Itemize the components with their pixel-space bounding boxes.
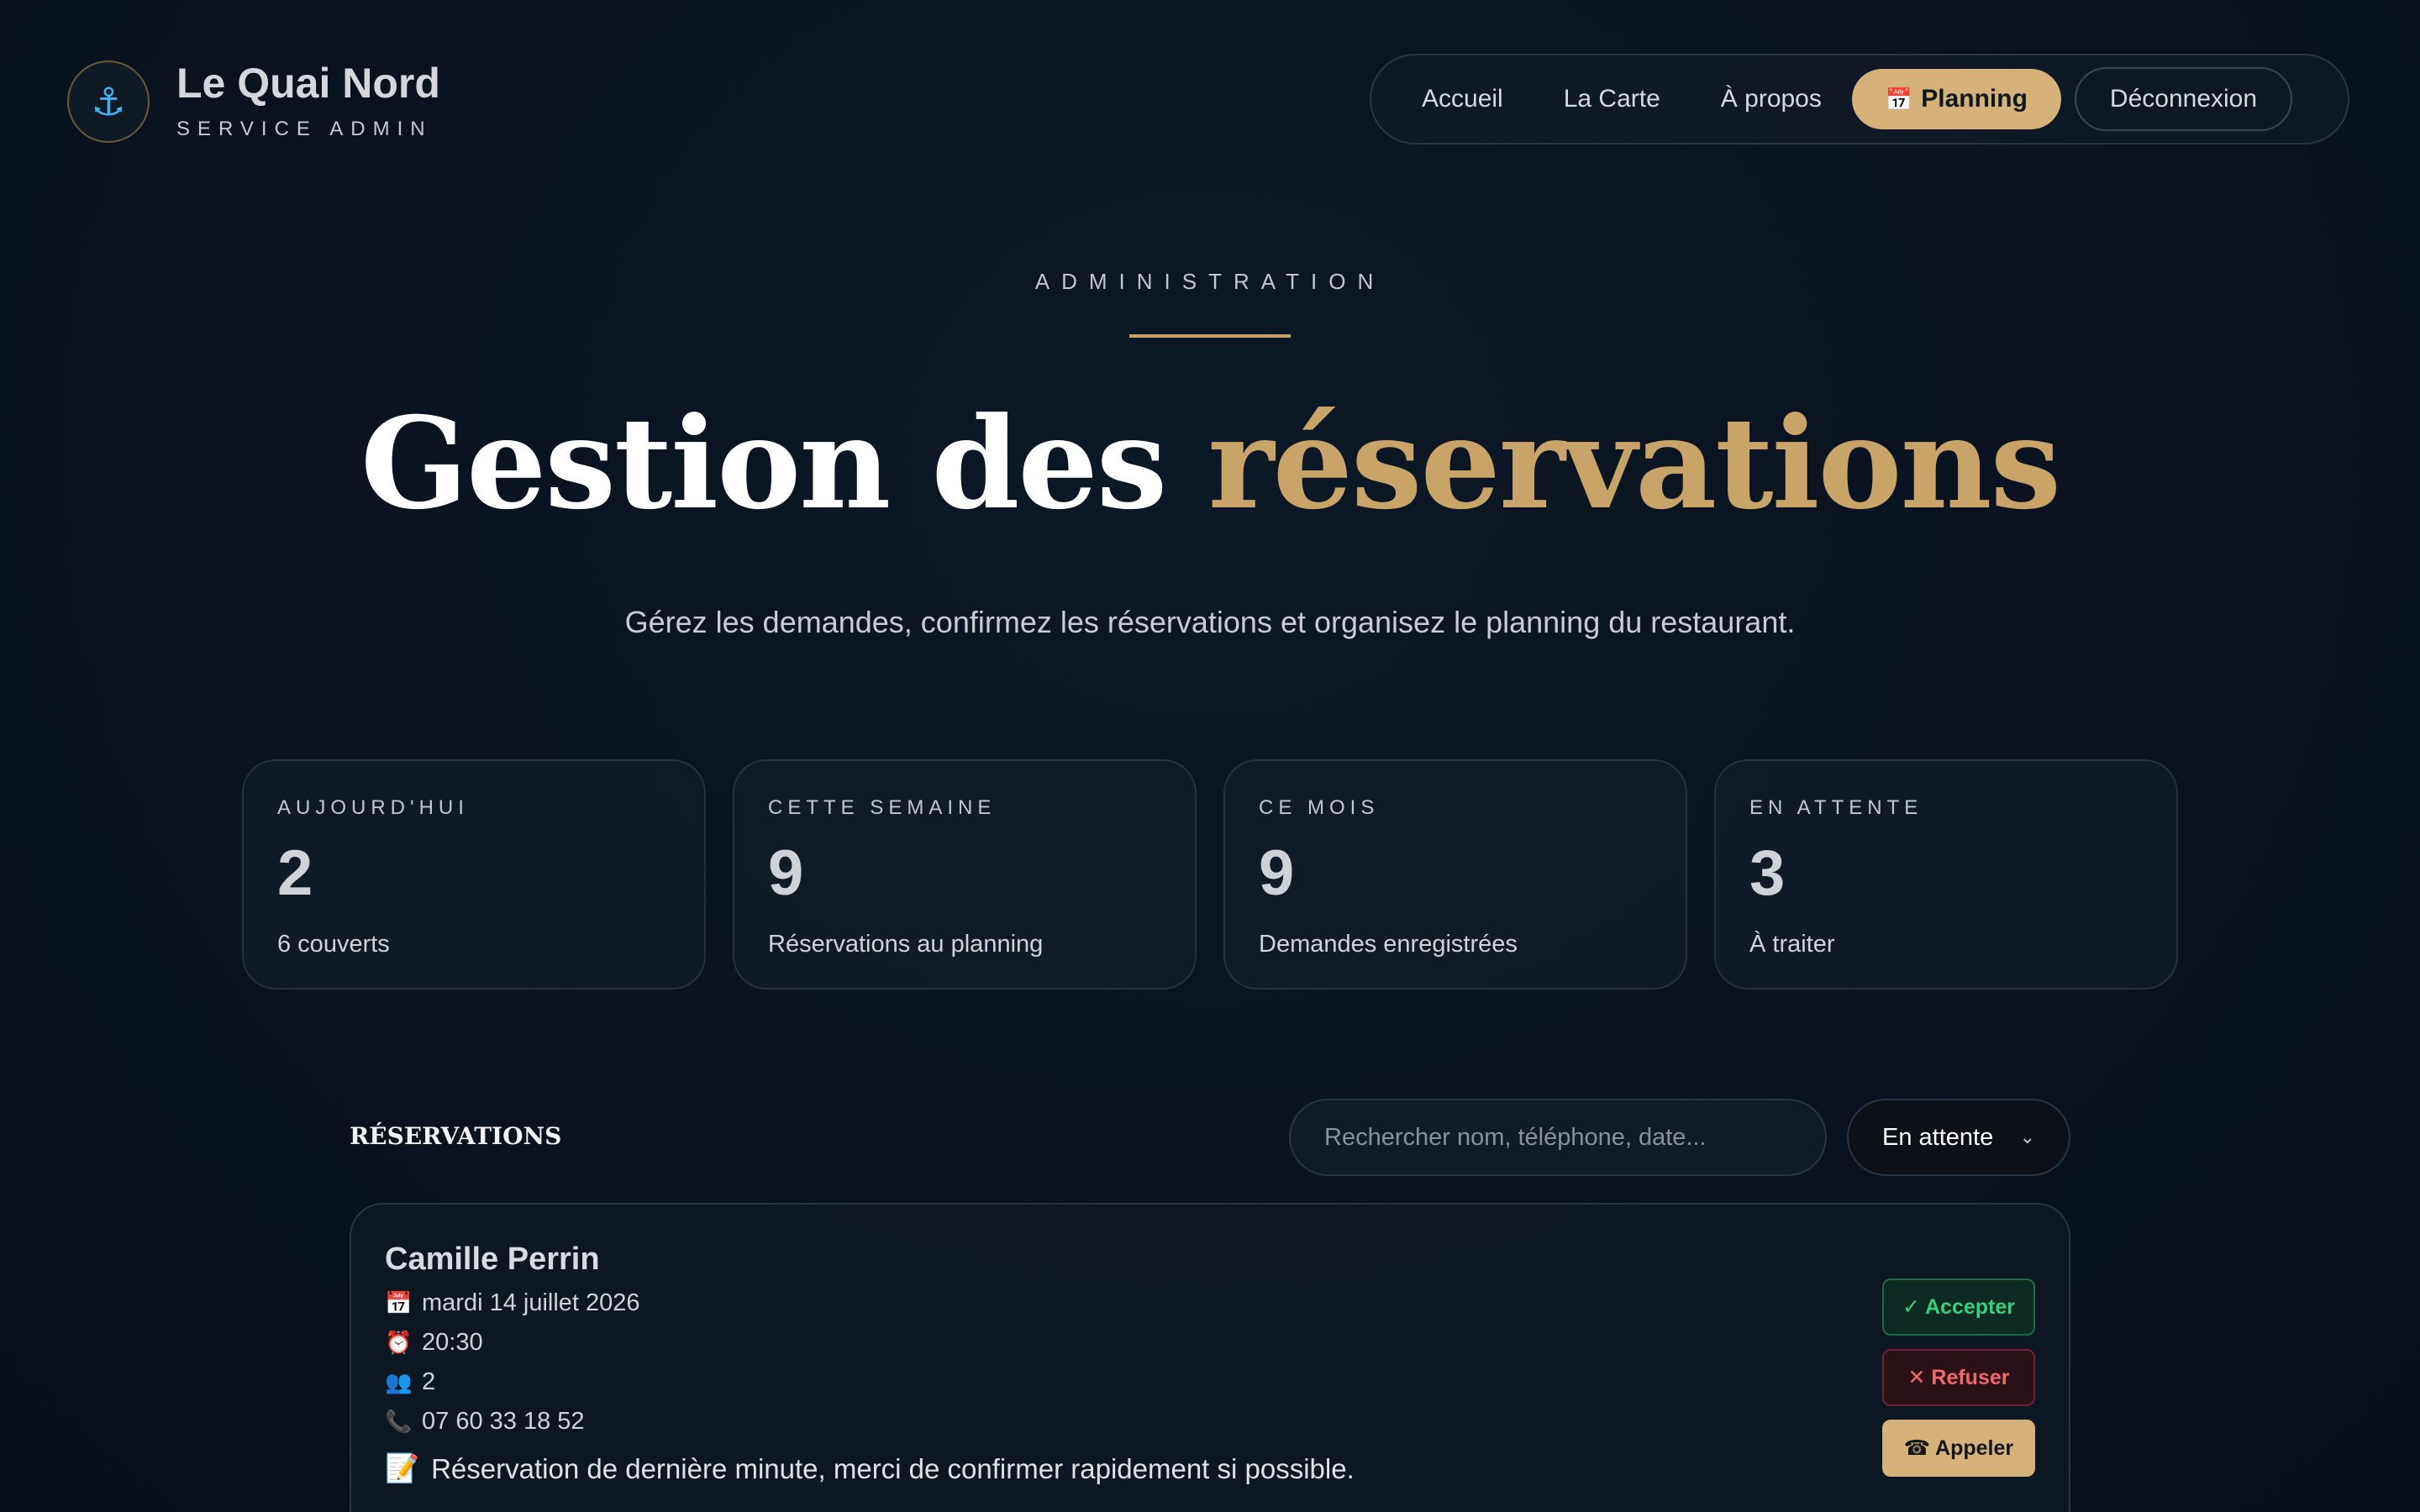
reservation-note: 📝 Réservation de dernière minute, merci … — [385, 1452, 2035, 1485]
phone-text: 07 60 33 18 52 — [422, 1408, 585, 1435]
stat-value: 3 — [1749, 837, 1786, 909]
reservation-time: ⏰ 20:30 — [385, 1329, 2035, 1357]
refuse-button[interactable]: ✕ Refuser — [1882, 1349, 2035, 1406]
phone-icon: 📞 — [385, 1409, 413, 1434]
accept-button[interactable]: ✓ Accepter — [1882, 1278, 2035, 1336]
logout-button[interactable]: Déconnexion — [2074, 67, 2293, 131]
page-title: Gestion des réservations — [0, 395, 2420, 533]
calendar-icon: 📅 — [1885, 86, 1913, 112]
stat-card-today: AUJOURD'HUI 2 6 couverts — [242, 759, 706, 990]
nav-planning-label: Planning — [1921, 85, 2028, 113]
search-placeholder: Rechercher nom, téléphone, date... — [1324, 1123, 1707, 1151]
filter-value: En attente — [1882, 1123, 1994, 1151]
reservation-card: Camille Perrin 📅 mardi 14 juillet 2026 ⏰… — [350, 1203, 2070, 1512]
stat-label: CE MOIS — [1259, 796, 1380, 819]
stat-desc: Réservations au planning — [768, 931, 1044, 958]
page-title-main: Gestion des — [360, 390, 1167, 538]
main-nav: Accueil La Carte À propos 📅 Planning Déc… — [1370, 54, 2349, 144]
brand[interactable]: ⚓ Le Quai Nord SERVICE ADMIN — [67, 60, 440, 143]
stats-row: AUJOURD'HUI 2 6 couverts CETTE SEMAINE 9… — [242, 759, 2178, 990]
alarm-clock-icon: ⏰ — [385, 1330, 413, 1355]
stat-label: AUJOURD'HUI — [277, 796, 469, 819]
hero-eyebrow: ADMINISTRATION — [1034, 269, 1386, 294]
stat-card-month: CE MOIS 9 Demandes enregistrées — [1223, 759, 1687, 990]
status-filter-select[interactable]: En attente ⌄ — [1847, 1099, 2070, 1176]
stat-value: 9 — [768, 837, 804, 909]
stat-card-pending: EN ATTENTE 3 À traiter — [1714, 759, 2178, 990]
stat-label: EN ATTENTE — [1749, 796, 1923, 819]
anchor-icon: ⚓ — [67, 60, 150, 143]
guests-text: 2 — [422, 1368, 436, 1395]
memo-icon: 📝 — [385, 1452, 420, 1483]
nav-la-carte[interactable]: La Carte — [1544, 69, 1681, 129]
stat-label: CETTE SEMAINE — [768, 796, 997, 819]
client-name: Camille Perrin — [385, 1242, 600, 1277]
note-text: Réservation de dernière minute, merci de… — [431, 1452, 1355, 1484]
brand-subtitle: SERVICE ADMIN — [176, 118, 433, 140]
call-button[interactable]: ☎ Appeler — [1882, 1420, 2035, 1477]
brand-name: Le Quai Nord — [176, 60, 440, 107]
page-subtitle: Gérez les demandes, confirmez les réserv… — [624, 605, 1796, 639]
date-text: mardi 14 juillet 2026 — [422, 1289, 640, 1316]
stat-value: 2 — [277, 837, 313, 909]
reservation-phone: 📞 07 60 33 18 52 — [385, 1408, 2035, 1436]
nav-a-propos[interactable]: À propos — [1701, 69, 1842, 129]
stat-desc: 6 couverts — [277, 931, 390, 958]
stat-desc: À traiter — [1749, 931, 1835, 958]
calendar-icon: 📅 — [385, 1290, 413, 1315]
brand-text: Le Quai Nord SERVICE ADMIN — [176, 62, 440, 141]
stat-desc: Demandes enregistrées — [1259, 931, 1518, 958]
people-icon: 👥 — [385, 1369, 413, 1394]
time-text: 20:30 — [422, 1329, 483, 1356]
page-title-accent: réservations — [1207, 390, 2062, 538]
stat-card-week: CETTE SEMAINE 9 Réservations au planning — [733, 759, 1197, 990]
search-input[interactable]: Rechercher nom, téléphone, date... — [1289, 1099, 1827, 1176]
reservation-actions: ✓ Accepter ✕ Refuser ☎ Appeler — [1882, 1278, 2035, 1477]
nav-planning[interactable]: 📅 Planning — [1851, 69, 2061, 129]
chevron-down-icon: ⌄ — [2019, 1126, 2035, 1147]
reservation-guests: 👥 2 — [385, 1368, 2035, 1396]
section-title: RÉSERVATIONS — [350, 1122, 562, 1150]
stat-value: 9 — [1259, 837, 1295, 909]
reservation-date: 📅 mardi 14 juillet 2026 — [385, 1289, 2035, 1317]
divider — [1129, 334, 1291, 338]
nav-accueil[interactable]: Accueil — [1402, 69, 1523, 129]
